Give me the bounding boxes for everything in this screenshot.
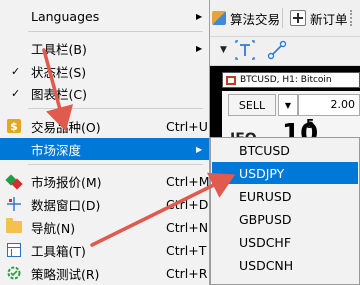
submenu-item-usdchf[interactable]: USDCHF <box>212 231 358 253</box>
view-menu: Languages ▶ 工具栏(B) ▶ ✓ 状态栏(S) ✓ 图表栏(C) $… <box>0 0 210 285</box>
menu-item-label: 图表栏(C) <box>31 86 87 102</box>
folder-icon <box>6 218 22 235</box>
menu-item-symbols[interactable]: $ 交易品种(O) Ctrl+U <box>0 115 209 137</box>
sell-price-superscript: 5 <box>306 117 315 131</box>
menu-item-languages[interactable]: Languages ▶ <box>0 5 209 27</box>
menu-item-label: 数据窗口(D) <box>31 197 101 213</box>
submenu-arrow-icon: ▶ <box>196 11 203 21</box>
submenu-item-gbpusd[interactable]: GBPUSD <box>212 208 358 230</box>
menu-item-market-depth[interactable]: 市场深度 ▶ <box>0 138 209 160</box>
market-watch-icon <box>6 173 22 189</box>
drawing-toolbar: ▼ <box>200 37 360 66</box>
trendline-tool-icon[interactable] <box>266 39 288 61</box>
submenu-item-btcusd[interactable]: BTCUSD <box>212 139 358 161</box>
chart-title: BTCUSD, H1: Bitcoin <box>240 75 332 85</box>
toolbar-separator <box>282 8 283 28</box>
menu-item-toolbox[interactable]: 工具箱(T) Ctrl+T <box>0 239 209 261</box>
crosshair-icon <box>6 196 22 212</box>
menu-item-label: 策略测试(R) <box>31 266 100 282</box>
menu-item-market-watch[interactable]: 市场报价(M) Ctrl+M <box>0 170 210 192</box>
new-order-label: 新订单 <box>310 11 348 27</box>
menu-item-status-bar[interactable]: ✓ 状态栏(S) <box>0 60 209 82</box>
algo-trading-label: 算法交易 <box>230 11 281 27</box>
menu-item-label: 市场报价(M) <box>31 174 102 190</box>
submenu-item-label: USDCHF <box>239 234 292 250</box>
submenu-item-label: USDCNH <box>239 257 294 273</box>
chart-title-bar: BTCUSD, H1: Bitcoin <box>222 72 360 88</box>
dollar-icon: $ <box>6 118 22 134</box>
menu-item-shortcut: Ctrl+D <box>166 196 209 212</box>
new-order-button[interactable]: 新订单 <box>290 7 348 29</box>
menu-item-toolbars[interactable]: 工具栏(B) ▶ <box>0 37 209 59</box>
toolbar-grip[interactable] <box>350 10 354 26</box>
submenu-item-usdjpy[interactable]: USDJPY <box>212 162 358 184</box>
submenu-arrow-icon: ▶ <box>196 43 203 53</box>
menu-item-label: Languages <box>31 8 100 24</box>
lot-size-input[interactable]: 2.00 <box>298 94 360 116</box>
toolbar-dropdown-arrow-icon[interactable]: ▼ <box>220 45 227 55</box>
algo-trading-icon <box>212 11 226 25</box>
main-toolbar: 算法交易 新订单 <box>200 0 360 37</box>
menu-item-shortcut: Ctrl+N <box>166 219 209 235</box>
menu-separator <box>28 164 203 165</box>
menu-separator <box>28 31 203 32</box>
sell-button[interactable]: SELL <box>228 94 276 116</box>
menu-item-label: 交易品种(O) <box>31 119 101 135</box>
menu-item-label: 状态栏(S) <box>31 64 87 80</box>
submenu-item-label: GBPUSD <box>239 211 292 227</box>
menu-item-label: 工具箱(T) <box>31 243 86 259</box>
menu-item-chart-bar[interactable]: ✓ 图表栏(C) <box>0 82 209 104</box>
submenu-item-eurusd[interactable]: EURUSD <box>212 185 358 207</box>
menu-item-shortcut: Ctrl+T <box>166 242 207 258</box>
chart-window-icon <box>226 75 236 85</box>
submenu-item-label: EURUSD <box>239 188 292 204</box>
menu-item-label: 工具栏(B) <box>31 41 87 57</box>
submenu-item-usdcnh[interactable]: USDCNH <box>212 254 358 276</box>
strategy-tester-icon <box>6 265 22 281</box>
menu-item-strategy-tester[interactable]: 策略测试(R) Ctrl+R <box>0 262 209 284</box>
submenu-arrow-icon: ▶ <box>196 144 203 154</box>
menu-item-shortcut: Ctrl+U <box>166 118 208 134</box>
lot-dropdown-icon[interactable]: ▼ <box>278 94 298 116</box>
toolbox-icon <box>6 242 22 258</box>
menu-item-shortcut: Ctrl+M <box>166 173 210 189</box>
check-icon: ✓ <box>11 64 21 78</box>
submenu-item-label: USDJPY <box>239 165 285 181</box>
market-depth-submenu: BTCUSD USDJPY EURUSD GBPUSD USDCHF USDCN… <box>210 137 360 285</box>
algo-trading-button[interactable]: 算法交易 <box>212 7 280 29</box>
plus-icon <box>290 10 306 26</box>
menu-item-label: 市场深度 <box>31 142 82 158</box>
menu-item-navigator[interactable]: 导航(N) Ctrl+N <box>0 216 209 238</box>
check-icon: ✓ <box>11 86 21 100</box>
menu-item-label: 导航(N) <box>31 220 76 236</box>
submenu-item-label: BTCUSD <box>239 142 290 158</box>
text-tool-icon[interactable] <box>234 39 256 61</box>
menu-item-data-window[interactable]: 数据窗口(D) Ctrl+D <box>0 193 209 215</box>
menu-separator <box>28 108 203 109</box>
menu-item-shortcut: Ctrl+R <box>166 265 208 281</box>
